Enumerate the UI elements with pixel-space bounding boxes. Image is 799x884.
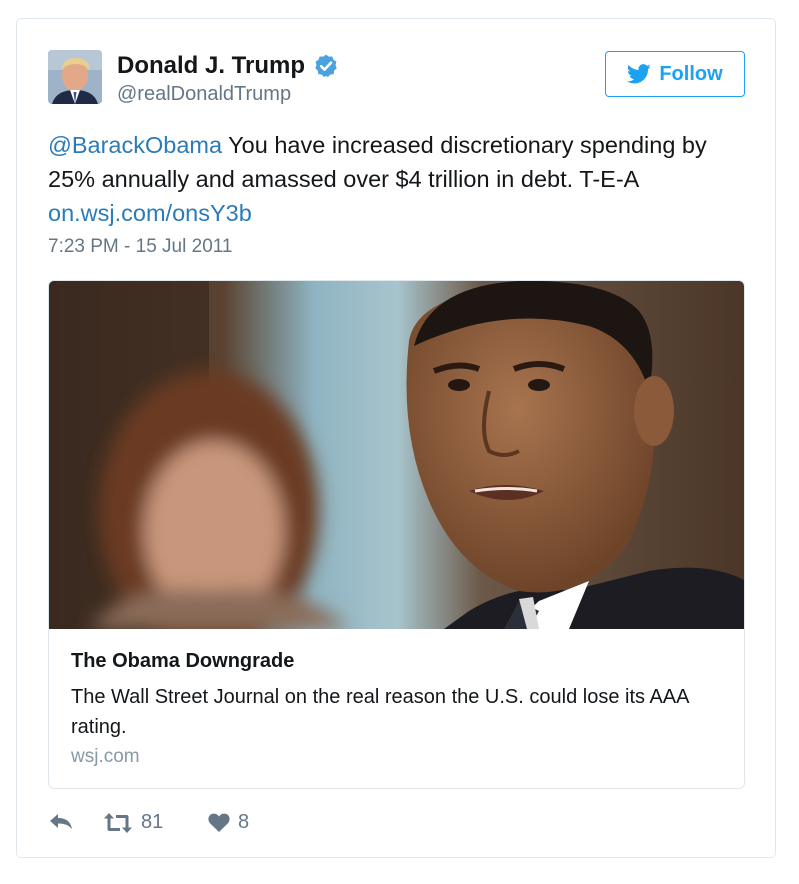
follow-button-label: Follow [659,62,723,85]
display-name-text: Donald J. Trump [117,52,306,79]
tweet-timestamp[interactable]: 7:23 PM - 15 Jul 2011 [48,236,232,258]
twitter-bird-icon [627,64,651,84]
tweet-text: @BarackObama You have increased discreti… [48,128,748,230]
retweet-button[interactable]: 81 [103,811,163,834]
follow-button[interactable]: Follow [605,51,745,97]
like-count: 8 [238,811,250,833]
screen-name[interactable]: @realDonaldTrump [117,83,291,106]
card-title: The Obama Downgrade [71,650,295,672]
retweet-count: 81 [141,811,164,833]
retweet-icon [104,812,132,833]
card-photo [49,281,744,629]
avatar-image [48,50,102,104]
verified-badge-icon [313,53,339,79]
like-button[interactable]: 8 [208,811,249,834]
link-preview-card[interactable]: The Obama Downgrade The Wall Street Jour… [48,280,745,789]
avatar[interactable] [48,50,102,104]
tweet-url-link[interactable]: on.wsj.com/onsY3b [48,200,252,226]
display-name[interactable]: Donald J. Trump [117,52,339,80]
heart-icon [208,813,230,832]
card-description: The Wall Street Journal on the real reas… [71,686,689,738]
tweet-card: Donald J. Trump @realDonaldTrump Follow … [16,18,776,858]
card-domain: wsj.com [71,746,140,767]
mention-link[interactable]: @BarackObama [48,132,222,158]
reply-button[interactable] [48,811,74,831]
reply-icon [50,814,72,829]
